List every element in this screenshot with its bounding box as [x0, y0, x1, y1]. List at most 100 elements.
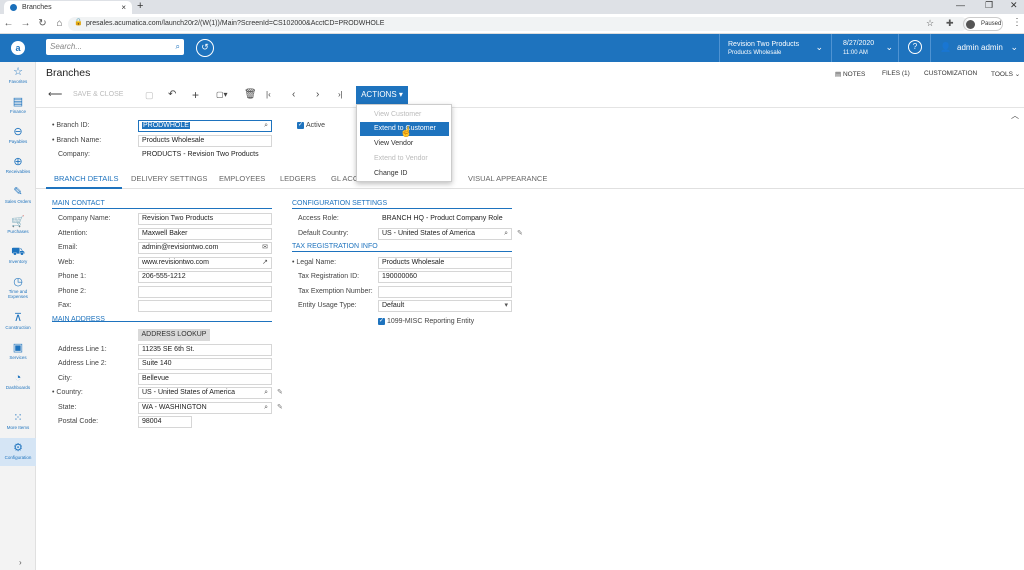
country-field[interactable]: US - United States of America ⌕ [138, 387, 272, 399]
user-menu[interactable]: 👤 admin admin ⌄ [930, 34, 1024, 62]
browser-tab[interactable]: Branches × [4, 1, 132, 14]
postal-code-field[interactable]: 98004 [138, 416, 192, 428]
new-tab-icon[interactable]: + [137, 0, 143, 12]
customization-link[interactable]: CUSTOMIZATION [924, 70, 977, 77]
sidebar-item-configuration[interactable]: ⚙ Configuration [0, 438, 36, 466]
menu-item-view-customer[interactable]: View Customer [357, 108, 451, 122]
sidebar-item-sales-orders[interactable]: ✎ Sales Orders [0, 186, 36, 204]
save-icon[interactable]: ▢ [145, 86, 154, 104]
default-country-value: US - United States of America [382, 230, 475, 237]
city-field[interactable]: Bellevue [138, 373, 272, 385]
tax-exemption-field[interactable] [378, 286, 512, 298]
actions-button[interactable]: ACTIONS ▾ [356, 86, 408, 104]
active-checkbox[interactable]: ✓ [297, 122, 304, 129]
close-icon[interactable]: × [121, 3, 126, 12]
home-icon[interactable]: ⌂ [51, 18, 68, 29]
last-record-icon[interactable]: ›| [338, 86, 343, 104]
bookmark-star-icon[interactable]: ☆ [926, 18, 934, 29]
reload-icon[interactable]: ↻ [34, 18, 51, 29]
extensions-icon[interactable]: ✚ [946, 18, 954, 29]
sidebar-item-dashboards[interactable]: ◔ Dashboards [0, 372, 36, 390]
edit-pencil-icon[interactable]: ✎ [277, 388, 283, 396]
mail-icon[interactable]: ✉ [262, 243, 268, 253]
branch-selector[interactable]: Revision Two Products Products Wholesale… [719, 34, 831, 62]
phone2-field[interactable] [138, 286, 272, 298]
minimize-icon[interactable]: — [956, 0, 965, 10]
entity-usage-select[interactable]: Default ▾ [378, 300, 512, 312]
history-icon[interactable]: ↺ [196, 39, 214, 57]
menu-icon[interactable]: ⋮ [1012, 17, 1022, 28]
branch-name-field[interactable]: Products Wholesale [138, 135, 272, 147]
logo[interactable]: a [0, 34, 36, 62]
fax-field[interactable] [138, 300, 272, 312]
delete-icon[interactable]: 🗑 [244, 86, 257, 104]
sidebar-item-services[interactable]: ▣ Services [0, 342, 36, 360]
company-field[interactable]: PRODUCTS - Revision Two Products [138, 149, 272, 161]
sidebar-item-more-items[interactable]: ⁙ More Items [0, 412, 36, 430]
first-record-icon[interactable]: |‹ [266, 86, 271, 104]
misc-1099-checkbox[interactable]: ✓ [378, 318, 385, 325]
forward-icon[interactable]: → [17, 18, 34, 29]
url-input[interactable]: presales.acumatica.com/launch20r2/(W(1))… [68, 17, 968, 31]
sidebar-item-payables[interactable]: ⊖ Payables [0, 126, 36, 144]
window-close-icon[interactable]: ✕ [1010, 0, 1018, 11]
files-link[interactable]: FILES (1) [882, 70, 910, 77]
main-contact-heading: MAIN CONTACT [52, 200, 105, 207]
collapse-icon[interactable]: ︿ [1011, 110, 1019, 121]
menu-item-extend-to-vendor[interactable]: Extend to Vendor [357, 152, 451, 166]
next-record-icon[interactable]: › [316, 86, 319, 104]
edit-pencil-icon[interactable]: ✎ [277, 403, 283, 411]
gauge-icon: ◔ [14, 372, 22, 384]
attention-field[interactable]: Maxwell Baker [138, 228, 272, 240]
email-field[interactable]: admin@revisiontwo.com ✉ [138, 242, 272, 254]
tab-ledgers[interactable]: LEDGERS [280, 174, 316, 183]
sidebar-expand-icon[interactable]: › [19, 558, 22, 567]
tab-visual-appearance[interactable]: VISUAL APPEARANCE [468, 174, 547, 183]
tools-link[interactable]: TOOLS ⌄ [991, 70, 1020, 78]
external-link-icon[interactable]: ↗ [262, 258, 268, 268]
search-icon[interactable]: ⌕ [264, 403, 268, 413]
tab-employees[interactable]: EMPLOYEES [219, 174, 265, 183]
sidebar-item-inventory[interactable]: ⛟ Inventory [0, 246, 36, 264]
notes-link[interactable]: ▤ NOTES [835, 70, 865, 78]
tab-branch-details[interactable]: BRANCH DETAILS [54, 174, 118, 183]
back-arrow-button[interactable]: ⟵ [48, 86, 62, 104]
menu-item-change-id[interactable]: Change ID [357, 167, 451, 181]
menu-item-view-vendor[interactable]: View Vendor [357, 137, 451, 151]
phone1-field[interactable]: 206-555-1212 [138, 271, 272, 283]
back-icon[interactable]: ← [0, 18, 17, 29]
sidebar-item-purchases[interactable]: 🛒 Purchases [0, 216, 36, 234]
access-role-field[interactable]: BRANCH HQ - Product Company Role [378, 213, 512, 225]
tax-registration-id-field[interactable]: 190000060 [378, 271, 512, 283]
sidebar-item-receivables[interactable]: ⊕ Receivables [0, 156, 36, 174]
default-country-field[interactable]: US - United States of America ⌕ [378, 228, 512, 240]
undo-icon[interactable]: ↶ [168, 86, 176, 104]
search-icon[interactable]: ⌕ [504, 229, 508, 239]
address-line2-field[interactable]: Suite 140 [138, 358, 272, 370]
company-name-field[interactable]: Revision Two Products [138, 213, 272, 225]
address-line1-field[interactable]: 11235 SE 6th St. [138, 344, 272, 356]
edit-pencil-icon[interactable]: ✎ [517, 229, 523, 237]
search-input[interactable]: Search... ⌕ [46, 39, 184, 55]
sidebar-item-construction[interactable]: ⊼ Construction [0, 312, 36, 330]
tab-delivery-settings[interactable]: DELIVERY SETTINGS [131, 174, 207, 183]
save-close-button[interactable]: SAVE & CLOSE [73, 86, 123, 104]
search-icon[interactable]: ⌕ [264, 388, 268, 398]
legal-name-field[interactable]: Products Wholesale [378, 257, 512, 269]
previous-record-icon[interactable]: ‹ [292, 86, 295, 104]
sidebar-item-time-expenses[interactable]: ◷ Time and Expenses [0, 276, 36, 299]
profile-button[interactable]: Paused [963, 17, 1003, 31]
date-selector[interactable]: 8/27/2020 11:00 AM ⌄ [831, 34, 898, 62]
add-icon[interactable]: + [192, 86, 199, 104]
copy-paste-icon[interactable]: ▢▾ [216, 86, 228, 104]
help-button[interactable]: ? [898, 34, 930, 62]
favicon-icon [10, 4, 17, 11]
web-field[interactable]: www.revisiontwo.com ↗ [138, 257, 272, 269]
search-icon[interactable]: ⌕ [264, 121, 268, 131]
sidebar-item-finance[interactable]: ▤ Finance [0, 96, 36, 114]
branch-id-field[interactable]: PRODWHOLE ⌕ [138, 120, 272, 132]
maximize-icon[interactable]: ❐ [985, 0, 993, 11]
sidebar-item-favorites[interactable]: ☆ Favorites [0, 66, 36, 84]
address-lookup-button[interactable]: ADDRESS LOOKUP [138, 329, 210, 341]
state-field[interactable]: WA - WASHINGTON ⌕ [138, 402, 272, 414]
